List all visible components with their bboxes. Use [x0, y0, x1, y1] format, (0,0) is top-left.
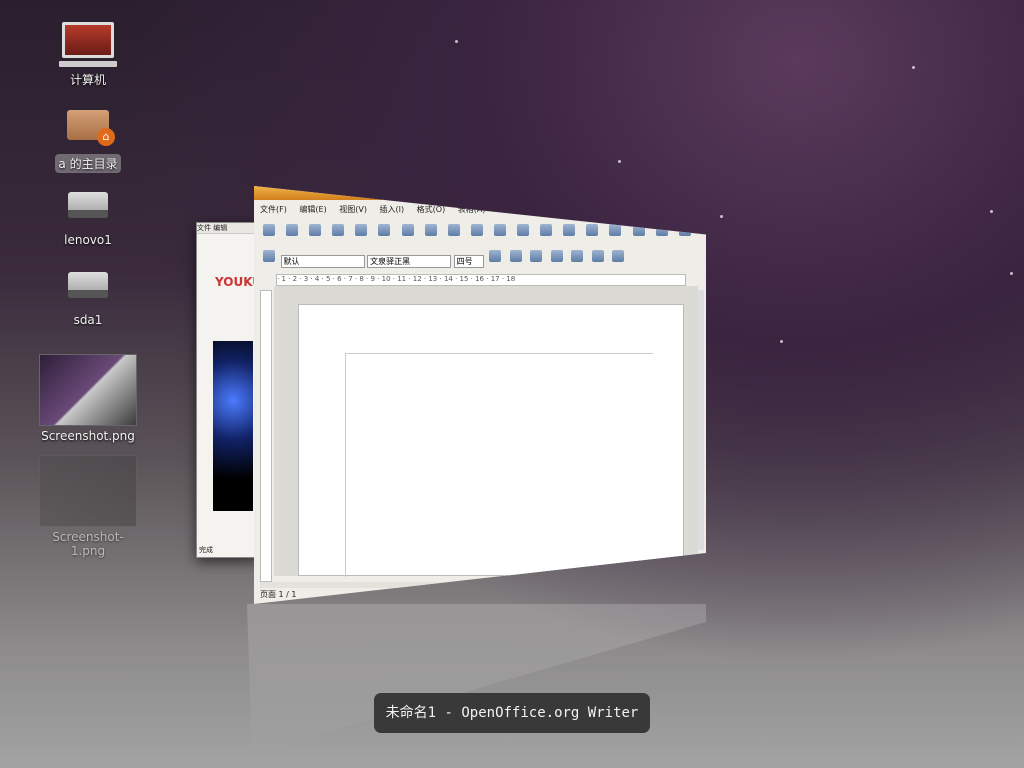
- desktop-icon-label: 计算机: [69, 73, 106, 87]
- document-area[interactable]: [274, 286, 698, 577]
- drive-icon: [68, 192, 108, 218]
- zoom-icon[interactable]: [678, 224, 691, 236]
- status-page-count: 页面 1 / 1: [260, 590, 297, 599]
- menu-edit[interactable]: 编辑(E): [299, 205, 326, 214]
- menu-insert[interactable]: 插入(I): [380, 205, 405, 214]
- document-page[interactable]: [298, 304, 684, 577]
- horizontal-ruler[interactable]: · 1 · 2 · 3 · 4 · 5 · 6 · 7 · 8 · 9 · 10…: [276, 274, 686, 286]
- background-browser-window[interactable]: 文件 编辑 YOUKU 完成: [196, 222, 258, 558]
- desktop-icon-lenovo1[interactable]: lenovo1: [38, 188, 138, 248]
- writer-menu-bar: 文件(F) 编辑(E) 视图(V) 插入(I) 格式(O) 表格(A) 工具(T…: [260, 204, 619, 215]
- browser-menu-bar: 文件 编辑: [197, 223, 257, 234]
- image-thumbnail-icon: [39, 455, 137, 527]
- desktop-icon-label: a 的主目录: [55, 154, 121, 173]
- underline-icon[interactable]: [530, 250, 543, 262]
- edit-file-icon[interactable]: [355, 224, 368, 236]
- drive-icon: [68, 272, 108, 298]
- paste-icon[interactable]: [517, 224, 530, 236]
- menu-tools[interactable]: 工具(T): [498, 205, 525, 214]
- bold-icon[interactable]: [489, 250, 502, 262]
- paragraph-style-select[interactable]: 默认: [280, 255, 365, 268]
- desktop-icon-screenshot-1[interactable]: Screenshot-1.png: [38, 455, 138, 559]
- italic-icon[interactable]: [509, 250, 522, 262]
- browser-status: 完成: [199, 546, 213, 554]
- align-left-icon[interactable]: [550, 250, 563, 262]
- video-thumbnail: [213, 341, 253, 511]
- status-selection-mode[interactable]: 标准: [476, 590, 492, 599]
- desktop-icon-computer[interactable]: 计算机: [38, 22, 138, 89]
- star: [618, 160, 621, 163]
- star: [1010, 272, 1013, 275]
- desktop-icon-screenshot[interactable]: Screenshot.png: [38, 354, 138, 444]
- desktop-icon-sda1[interactable]: sda1: [38, 268, 138, 328]
- menu-help[interactable]: 帮助(H): [580, 205, 608, 214]
- cut-icon[interactable]: [470, 224, 483, 236]
- justify-icon[interactable]: [612, 250, 625, 262]
- desktop-icon-label: lenovo1: [64, 233, 112, 247]
- print-preview-icon[interactable]: [424, 224, 437, 236]
- star: [455, 40, 458, 43]
- menu-table[interactable]: 表格(A): [458, 205, 486, 214]
- desktop-icon-home[interactable]: ⌂ a 的主目录: [38, 106, 138, 173]
- styles-icon[interactable]: [263, 250, 275, 262]
- font-size-select[interactable]: 四号: [453, 255, 484, 268]
- draw-icon[interactable]: [632, 224, 645, 236]
- horizontal-scrollbar[interactable]: [260, 582, 698, 588]
- writer-window[interactable]: 未命名1 - OpenOffice.org Writer 文件(F) 编辑(E)…: [254, 186, 706, 604]
- spellcheck-icon[interactable]: [447, 224, 460, 236]
- star: [720, 215, 723, 218]
- youku-logo: YOUKU: [215, 275, 258, 289]
- table-icon[interactable]: [609, 224, 622, 236]
- new-document-icon[interactable]: [263, 224, 275, 236]
- menu-file[interactable]: 文件(F): [260, 205, 287, 214]
- browser-menu-file[interactable]: 文件: [197, 224, 211, 232]
- standard-toolbar: [260, 222, 700, 240]
- star: [990, 210, 993, 213]
- email-icon[interactable]: [332, 224, 345, 236]
- computer-icon: [59, 22, 117, 67]
- vertical-scrollbar[interactable]: [698, 290, 704, 550]
- status-insert-mode[interactable]: 插入: [448, 590, 464, 599]
- menu-window[interactable]: 窗口(W): [538, 205, 568, 214]
- desktop-icon-label: Screenshot.png: [41, 429, 135, 443]
- align-center-icon[interactable]: [571, 250, 584, 262]
- formatting-toolbar: 默认 文泉驿正黑 四号: [260, 248, 700, 268]
- window-switcher-caption: 未命名1 - OpenOffice.org Writer: [374, 693, 650, 733]
- undo-icon[interactable]: [540, 224, 553, 236]
- hyperlink-icon[interactable]: [586, 224, 599, 236]
- menu-format[interactable]: 格式(O): [417, 205, 446, 214]
- redo-icon[interactable]: [563, 224, 576, 236]
- desktop-icon-label: Screenshot-1.png: [52, 530, 124, 558]
- desktop-icon-label: sda1: [73, 313, 103, 327]
- status-bar: 页面 1 / 1 默认 插入 标准: [260, 589, 492, 600]
- open-folder-icon[interactable]: [286, 224, 299, 236]
- vertical-ruler[interactable]: [260, 290, 272, 582]
- print-icon[interactable]: [401, 224, 414, 236]
- copy-icon[interactable]: [493, 224, 506, 236]
- image-thumbnail-icon: [39, 354, 137, 426]
- status-page-style: 默认: [389, 590, 406, 599]
- font-name-select[interactable]: 文泉驿正黑: [367, 255, 452, 268]
- text-boundary: [345, 353, 653, 577]
- menu-view[interactable]: 视图(V): [339, 205, 367, 214]
- save-icon[interactable]: [309, 224, 322, 236]
- browser-menu-edit[interactable]: 编辑: [213, 224, 227, 232]
- export-pdf-icon[interactable]: [378, 224, 391, 236]
- navigator-icon[interactable]: [655, 224, 668, 236]
- home-folder-icon: ⌂: [67, 110, 115, 146]
- star: [912, 66, 915, 69]
- star: [780, 340, 783, 343]
- align-right-icon[interactable]: [591, 250, 604, 262]
- window-title: 未命名1 - OpenOffice.org Writer: [254, 186, 706, 200]
